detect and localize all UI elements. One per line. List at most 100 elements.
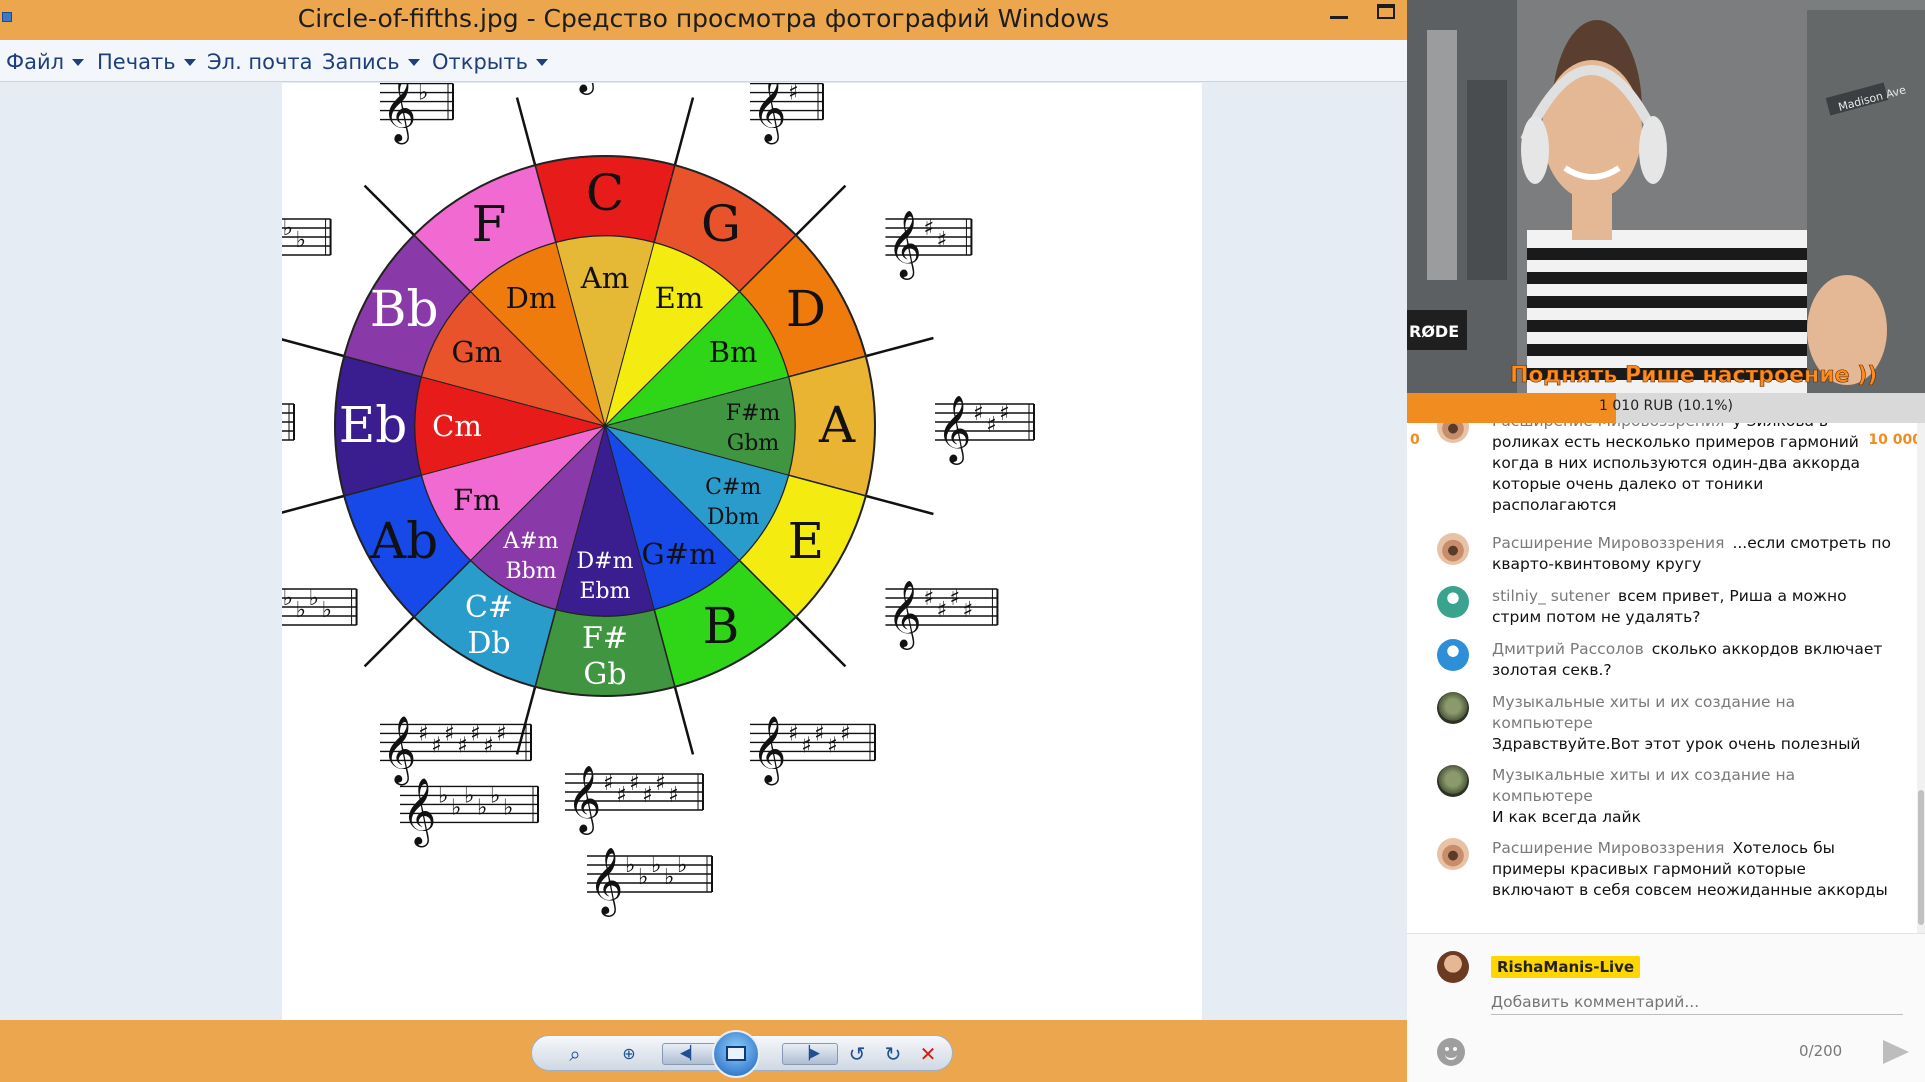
key-signature-staff: 𝄞♭♭♭♭ [282, 586, 358, 626]
accidental-mark: ♭ [677, 853, 687, 878]
minor-key-label: G#m [642, 537, 717, 571]
dropdown-arrow-icon [407, 58, 420, 66]
key-signature-staff: 𝄞 ♯ ♯ [885, 209, 973, 280]
chat-author[interactable]: stilniy_ sutener [1492, 587, 1610, 605]
char-counter: 0/200 [1799, 1042, 1843, 1060]
key-signature-staff: 𝄞 ♯ ♯ ♯ ♯ ♯ [750, 714, 876, 785]
yoda-avatar[interactable] [1437, 692, 1469, 724]
circle-of-fifths-diagram: CAmGEm DBmAF#mGbmEC#mDbmBG#mF#GbD#mEbmC#D… [282, 83, 1035, 917]
accidental-mark: ♭ [451, 795, 461, 820]
menu-burn[interactable]: Запись [322, 49, 420, 75]
accidental-mark: ♭ [418, 83, 428, 106]
treble-clef-icon: 𝄞 [567, 764, 601, 835]
chat-author[interactable]: Музыкальные хиты и их создание на компью… [1492, 692, 1892, 734]
key-signature-staff: 𝄞 ♯ ♯ ♯ ♯ ♯ ♯ ♯ [380, 714, 532, 785]
key-signature-staff: 𝄞 ♭ [380, 83, 454, 145]
menu-file-label: Файл [6, 50, 65, 74]
sector-divider [865, 336, 934, 358]
delete-icon[interactable]: ✕ [914, 1040, 942, 1068]
next-icon[interactable]: ▕▶ [782, 1043, 838, 1065]
menu-print-label: Печать [97, 50, 176, 74]
sector-divider [673, 686, 695, 755]
magnifier-icon[interactable]: ⌕ [560, 1040, 590, 1068]
menu-file[interactable]: Файл [6, 49, 85, 75]
donation-goal-max: 10 000 [1868, 432, 1922, 448]
accidental-mark: ♯ [642, 783, 653, 808]
minor-key-label: Ebm [579, 579, 630, 604]
chat-scrollbar-thumb[interactable] [1918, 790, 1924, 925]
accidental-mark: ♯ [457, 733, 468, 758]
accidental-mark: ♯ [973, 401, 984, 426]
comment-input[interactable] [1491, 989, 1903, 1015]
accidental-mark: ♯ [999, 401, 1010, 426]
title-bar[interactable]: Circle-of-fifths.jpg - Средство просмотр… [0, 0, 1407, 40]
yoda-avatar[interactable] [1437, 765, 1469, 797]
blue-user-avatar[interactable] [1437, 639, 1469, 671]
accidental-mark: ♭ [296, 228, 306, 253]
accidental-mark: ♭ [625, 853, 635, 878]
minor-key-label: Gm [451, 335, 502, 369]
maximize-icon[interactable] [1377, 4, 1395, 19]
dropdown-arrow-icon [183, 58, 196, 66]
dropdown-arrow-icon [72, 58, 85, 66]
rotate-left-icon[interactable]: ↺ [844, 1040, 870, 1068]
previous-icon[interactable]: ◀▏ [662, 1043, 718, 1065]
accidental-mark: ♯ [444, 721, 455, 746]
major-key-label: Bb [370, 280, 439, 338]
treble-clef-icon: 𝄞 [887, 579, 921, 650]
stream-panel: Madison Ave RØDE Поднять Рише настроение [1407, 0, 1925, 1082]
major-key-label: Ab [369, 512, 438, 570]
menu-email-label: Эл. почта [207, 50, 313, 74]
image-area[interactable]: C Am G Em D Bm A F#m Gbm E C#m Dbm B G#m F# Gb D#m Ebm C# D… [0, 83, 1407, 1020]
default-user-avatar[interactable] [1437, 586, 1469, 618]
accidental-mark: ♭ [664, 865, 674, 890]
sector-divider [865, 494, 934, 516]
major-key-label: A [818, 396, 856, 454]
slideshow-icon[interactable] [712, 1030, 760, 1078]
accidental-mark: ♭ [503, 795, 513, 820]
minor-key-label: F#m [726, 401, 781, 426]
accidental-mark: ♭ [438, 783, 448, 808]
eye-avatar[interactable] [1437, 423, 1469, 443]
accidental-mark: ♯ [923, 216, 934, 241]
user-avatar [1437, 951, 1469, 983]
emoji-icon[interactable] [1437, 1038, 1465, 1066]
treble-clef-icon: 𝄞 [567, 83, 601, 95]
chat-author[interactable]: Расширение Мировоззрения [1492, 534, 1724, 552]
mic-brand: RØDE [1409, 322, 1459, 341]
sector-divider [363, 616, 415, 668]
sector-divider [795, 616, 847, 668]
accidental-mark: ♯ [668, 783, 679, 808]
chat-author[interactable]: Музыкальные хиты и их создание на компью… [1492, 765, 1892, 807]
accidental-mark: ♯ [470, 721, 481, 746]
chat-text: И как всегда лайк [1492, 808, 1641, 826]
key-signature-staff: 𝄞 [567, 83, 601, 95]
sector-divider [282, 338, 345, 358]
accidental-mark: ♯ [788, 83, 799, 106]
chat-author[interactable]: Дмитрий Рассолов [1492, 640, 1644, 658]
menu-email[interactable]: Эл. почта [207, 49, 313, 75]
chat-author[interactable]: Расширение Мировоззрения [1492, 839, 1724, 857]
treble-clef-icon: 𝄞 [382, 714, 416, 785]
minimize-icon[interactable] [1330, 16, 1348, 19]
treble-clef-icon: 𝄞 [402, 776, 436, 847]
chat-author[interactable]: Расширение Мировоззрения [1492, 423, 1724, 430]
major-key-label: B [703, 597, 740, 655]
treble-clef-icon: 𝄞 [937, 394, 971, 465]
major-key-label: F [472, 195, 507, 253]
accidental-mark: ♯ [923, 586, 934, 611]
eye-avatar[interactable] [1437, 533, 1469, 565]
send-icon[interactable] [1883, 1040, 1909, 1064]
chat-feed[interactable]: Расширение Мировоззренияу Зилкова в роли… [1407, 423, 1925, 933]
accidental-mark: ♯ [629, 771, 640, 796]
rotate-right-icon[interactable]: ↻ [880, 1040, 906, 1068]
minor-key-label: Gbm [727, 431, 780, 456]
actual-size-icon[interactable]: ⊕ [614, 1040, 644, 1068]
sector-divider [363, 184, 415, 236]
minor-key-label: Dbm [707, 505, 760, 530]
menu-burn-label: Запись [322, 50, 400, 74]
key-signature-staff: 𝄞 ♯ ♯ ♯ ♯ ♯ ♯ [565, 764, 704, 835]
menu-print[interactable]: Печать [97, 49, 196, 75]
eye-avatar[interactable] [1437, 838, 1469, 870]
menu-open[interactable]: Открыть [432, 49, 548, 75]
